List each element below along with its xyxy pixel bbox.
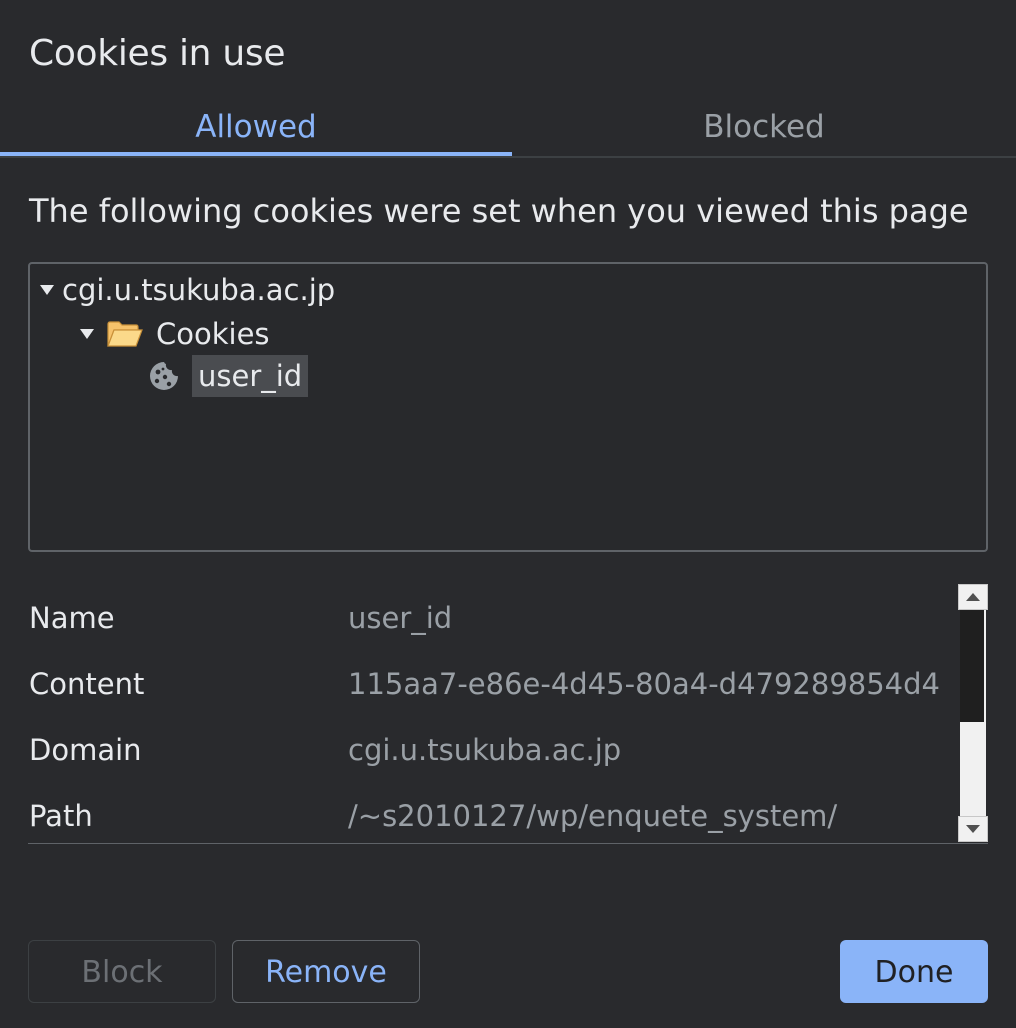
detail-row-name: Name user_id xyxy=(28,598,958,638)
arrow-down-icon xyxy=(966,825,980,833)
detail-value: /~s2010127/wp/enquete_system/ xyxy=(348,799,838,833)
detail-row-path: Path /~s2010127/wp/enquete_system/ xyxy=(28,796,958,836)
cookie-tree[interactable]: cgi.u.tsukuba.ac.jp Cookies user_id xyxy=(28,262,988,552)
detail-row-domain: Domain cgi.u.tsukuba.ac.jp xyxy=(28,730,958,770)
detail-value: cgi.u.tsukuba.ac.jp xyxy=(348,733,622,767)
scroll-up-button[interactable] xyxy=(958,584,988,610)
cookie-label-selected: user_id xyxy=(192,355,309,397)
cookie-icon xyxy=(148,360,180,392)
dialog-title: Cookies in use xyxy=(29,33,286,74)
details-scrollbar[interactable] xyxy=(958,584,988,842)
tree-item-folder[interactable]: Cookies xyxy=(80,312,270,356)
tab-allowed[interactable]: Allowed xyxy=(0,104,512,158)
scroll-thumb[interactable] xyxy=(960,610,984,722)
detail-label: Content xyxy=(29,667,145,701)
scroll-down-button[interactable] xyxy=(958,816,988,842)
description-text: The following cookies were set when you … xyxy=(29,192,969,230)
done-button[interactable]: Done xyxy=(840,940,988,1003)
cookie-details: Name user_id Content 115aa7-e86e-4d45-80… xyxy=(28,584,988,844)
detail-label: Domain xyxy=(29,733,142,767)
block-button[interactable]: Block xyxy=(28,940,216,1003)
detail-value: 115aa7-e86e-4d45-80a4-d479289854d4 xyxy=(348,667,940,701)
detail-label: Path xyxy=(29,799,93,833)
tree-item-cookie[interactable]: user_id xyxy=(148,354,309,398)
tab-selected-indicator xyxy=(0,152,512,156)
tree-item-site[interactable]: cgi.u.tsukuba.ac.jp xyxy=(40,268,335,312)
expand-triangle-icon[interactable] xyxy=(40,285,54,295)
detail-label: Name xyxy=(29,601,115,635)
detail-value: user_id xyxy=(348,601,453,635)
tab-blocked[interactable]: Blocked xyxy=(512,104,1016,158)
site-label: cgi.u.tsukuba.ac.jp xyxy=(62,273,336,307)
folder-label: Cookies xyxy=(156,317,270,351)
detail-row-content: Content 115aa7-e86e-4d45-80a4-d479289854… xyxy=(28,664,958,704)
tab-bar: Allowed Blocked xyxy=(0,104,1016,158)
remove-button[interactable]: Remove xyxy=(232,940,420,1003)
expand-triangle-icon[interactable] xyxy=(80,329,94,339)
arrow-up-icon xyxy=(966,593,980,601)
folder-open-icon xyxy=(106,320,144,348)
